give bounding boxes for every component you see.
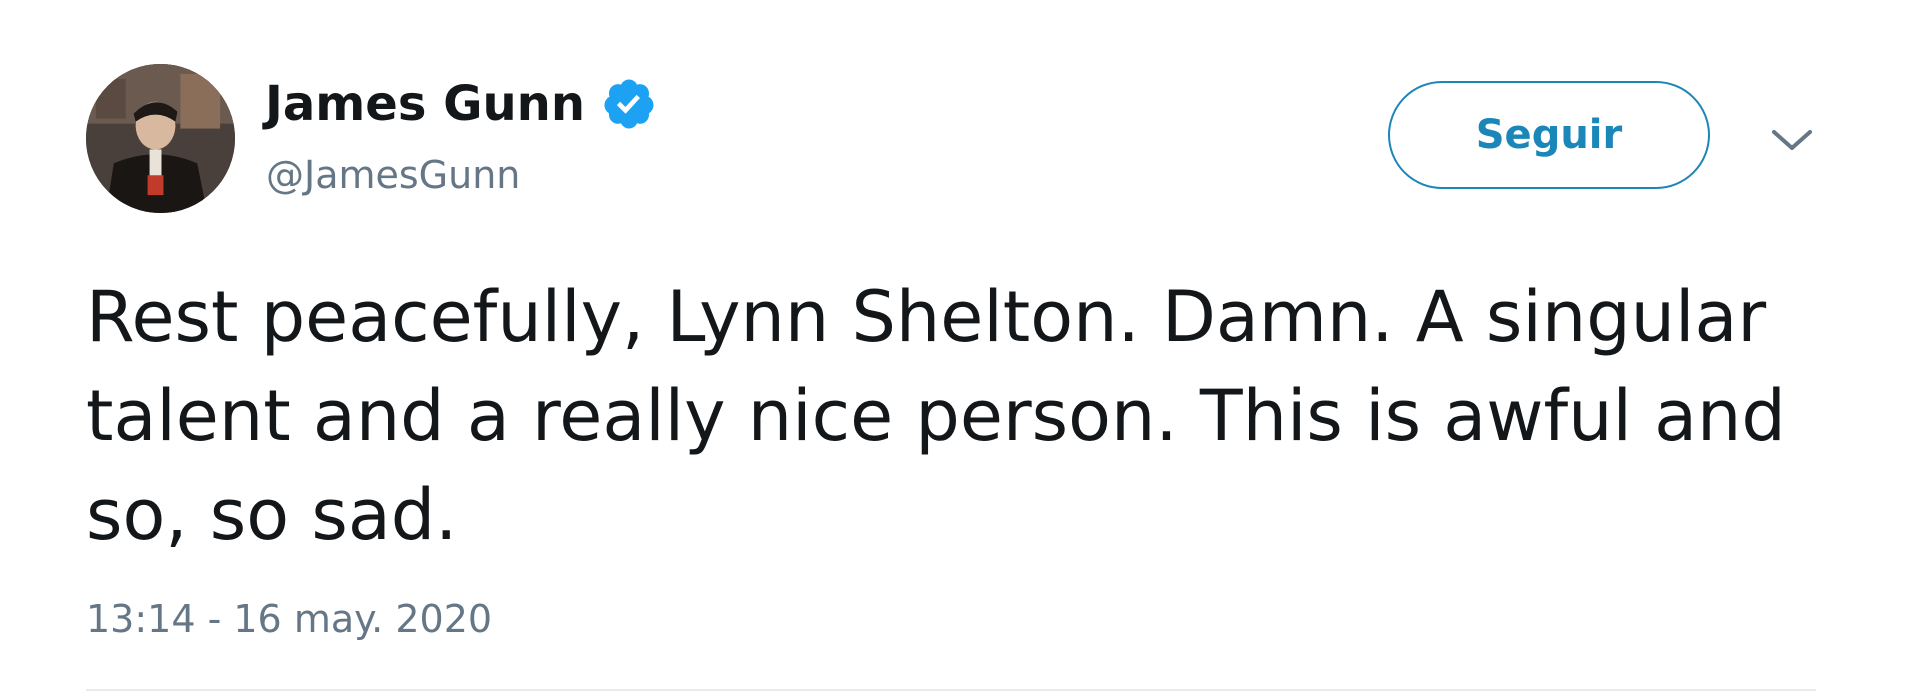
author-display-name[interactable]: James Gunn <box>265 76 657 132</box>
avatar[interactable] <box>86 64 235 213</box>
author-handle[interactable]: @JamesGunn <box>266 152 520 198</box>
avatar-photo <box>86 64 235 213</box>
tweet-timestamp[interactable]: 13:14 - 16 may. 2020 <box>86 596 492 642</box>
chevron-down-icon[interactable] <box>1768 124 1816 156</box>
tweet-text: Rest peacefully, Lynn Shelton. Damn. A s… <box>86 276 1786 556</box>
verified-badge-icon <box>601 76 657 132</box>
tweet-card: James Gunn @JamesGunn Seguir Rest peacef… <box>0 0 1920 699</box>
follow-button[interactable]: Seguir <box>1388 81 1710 189</box>
divider <box>86 689 1816 691</box>
display-name-text: James Gunn <box>265 76 586 132</box>
